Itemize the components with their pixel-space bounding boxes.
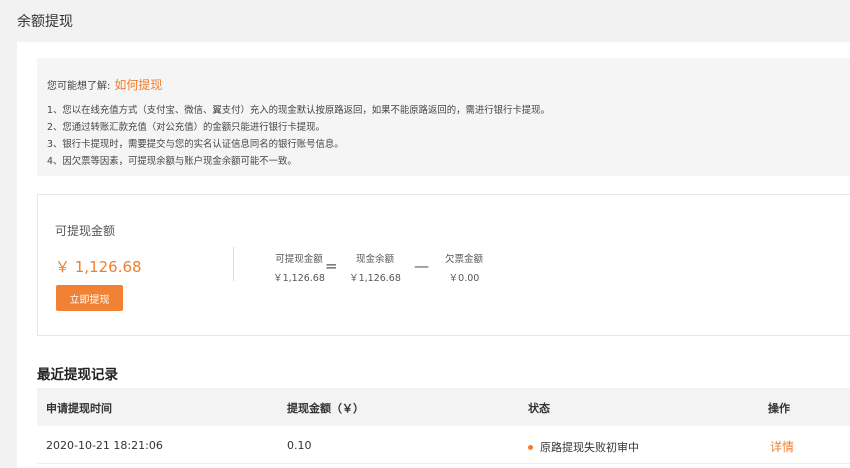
how-to-withdraw-link[interactable]: 如何提现 xyxy=(114,78,162,92)
table-header: 申请提现时间 提现金额（￥） 状态 操作 xyxy=(37,388,850,426)
breakdown-label: 现金余额 xyxy=(355,254,394,265)
status-text: 原路提现失败初审中 xyxy=(540,441,639,454)
notice-line: 3、银行卡提现时，需要提交与您的实名认证信息同名的银行账号信息。 xyxy=(47,139,344,150)
cell-amount: 0.10 xyxy=(287,439,312,452)
balance-panel: 可提现金额 ￥ 1,126.68 立即提现 可提现金额 ￥1,126.68 = … xyxy=(37,194,850,336)
details-link[interactable]: 详情 xyxy=(770,440,794,454)
column-header-amount: 提现金额（￥） xyxy=(287,402,364,415)
column-header-time: 申请提现时间 xyxy=(46,402,112,415)
withdrawable-amount: ￥ 1,126.68 xyxy=(55,258,142,276)
table-row: 2020-10-21 18:21:06 0.10 原路提现失败初审中 详情 xyxy=(37,426,850,464)
cell-status: 原路提现失败初审中 xyxy=(528,439,639,455)
notice-panel: 您可能想了解: 如何提现 1、您以在线充值方式（支付宝、微信、翼支付）充入的现金默… xyxy=(37,58,850,176)
cell-time: 2020-10-21 18:21:06 xyxy=(46,439,163,452)
notice-header: 您可能想了解: 如何提现 xyxy=(47,76,162,93)
notice-prefix: 您可能想了解: xyxy=(47,81,111,92)
records-title: 最近提现记录 xyxy=(37,367,118,383)
breakdown-label: 欠票金额 xyxy=(444,254,483,265)
status-dot-icon xyxy=(528,444,533,450)
page-title: 余额提现 xyxy=(17,14,73,30)
breakdown-value: ￥0.00 xyxy=(448,273,480,284)
notice-line: 2、您通过转账汇款充值（对公充值）的金额只能进行银行卡提现。 xyxy=(47,122,325,133)
vertical-divider xyxy=(233,247,234,281)
withdrawable-label: 可提现金额 xyxy=(55,224,116,238)
column-header-action: 操作 xyxy=(768,402,790,415)
main-card: 您可能想了解: 如何提现 1、您以在线充值方式（支付宝、微信、翼支付）充入的现金默… xyxy=(17,42,850,468)
column-header-status: 状态 xyxy=(528,402,550,415)
cell-action: 详情 xyxy=(770,438,794,455)
breakdown-cash-balance: 现金余额 ￥1,126.68 xyxy=(335,251,415,284)
breakdown-owed-invoice: 欠票金额 ￥0.00 xyxy=(424,251,504,284)
withdraw-now-button[interactable]: 立即提现 xyxy=(56,285,123,311)
breakdown-value: ￥1,126.68 xyxy=(349,273,401,284)
notice-line: 1、您以在线充值方式（支付宝、微信、翼支付）充入的现金默认按原路返回，如果不能原… xyxy=(47,105,550,116)
notice-line: 4、因欠票等因素，可提现余额与账户现金余额可能不一致。 xyxy=(47,156,297,167)
